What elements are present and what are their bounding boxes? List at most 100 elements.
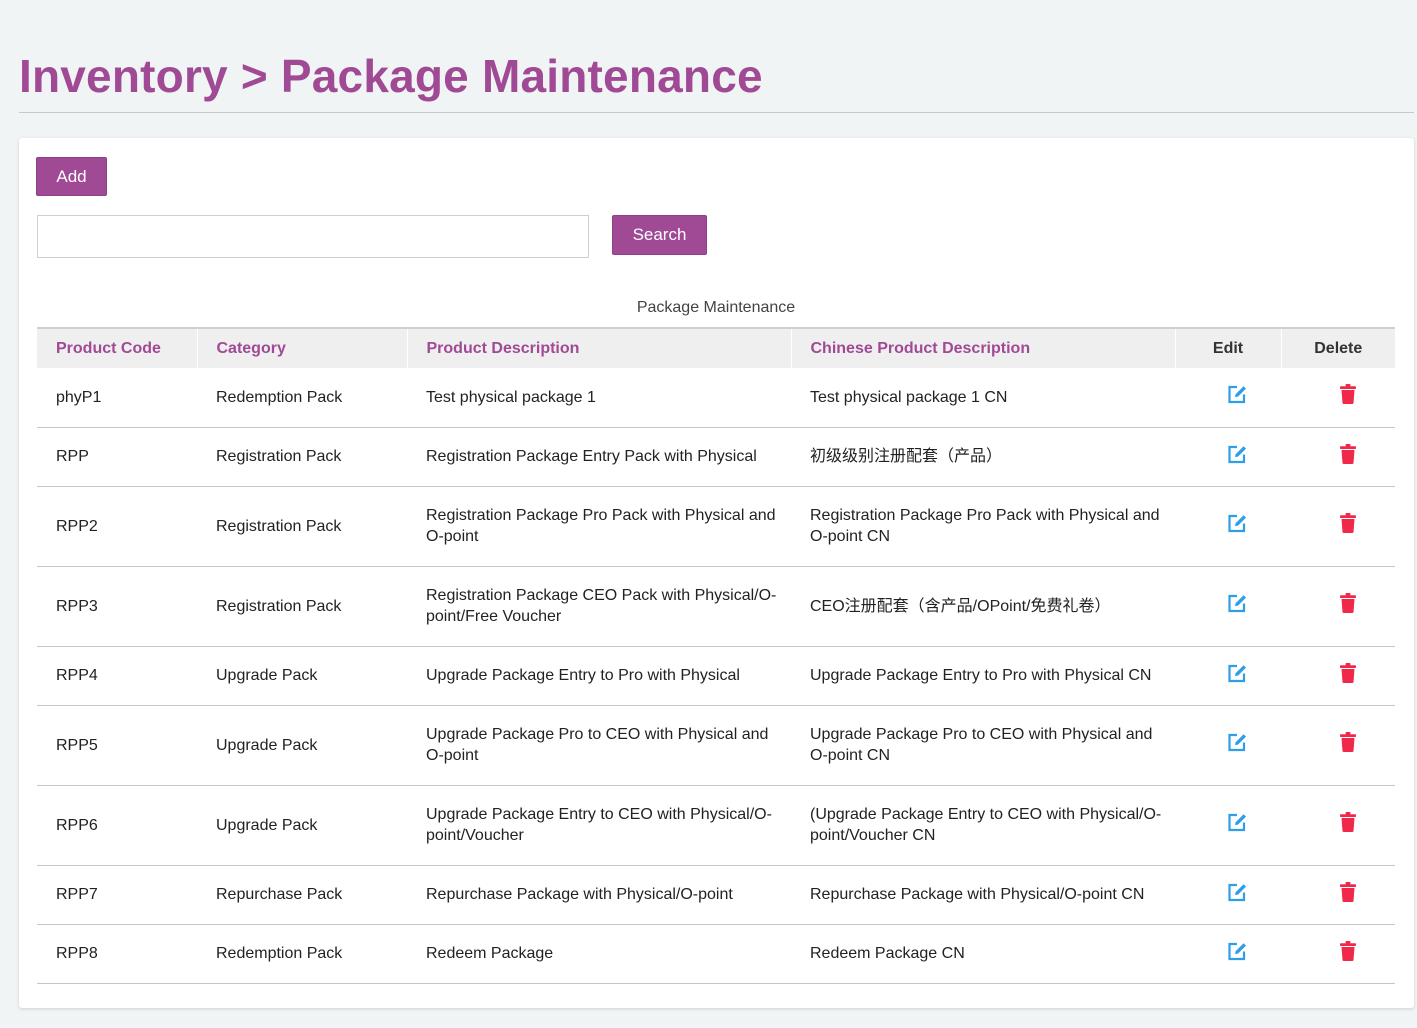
trash-icon[interactable] [1339, 513, 1356, 539]
table-row: phyP1 Redemption Pack Test physical packag… [37, 368, 1395, 427]
package-table: Product Code Category Product Descriptio… [37, 327, 1395, 984]
table-body: phyP1 Redemption Pack Test physical packag… [37, 368, 1395, 983]
table-caption: Package Maintenance [636, 299, 796, 316]
add-button[interactable]: Add [36, 157, 107, 196]
trash-icon[interactable] [1339, 812, 1356, 838]
edit-icon[interactable] [1227, 882, 1248, 908]
cell-chinese-product-description-text: Repurchase Package with Physical/O-point… [810, 886, 1145, 903]
cell-category-text: Registration Pack [216, 597, 342, 615]
trash-icon[interactable] [1339, 384, 1356, 410]
cell-product-code-text[interactable]: RPP5 [56, 735, 197, 756]
table-row: RPP Registration Pack Registration Package… [37, 427, 1395, 486]
edit-icon[interactable] [1227, 663, 1248, 689]
cell-product-description: Registration Package CEO Pack with Physi… [407, 566, 791, 646]
edit-icon[interactable] [1227, 513, 1248, 539]
edit-icon[interactable] [1227, 384, 1248, 410]
cell-category: Upgrade Pack [197, 705, 407, 785]
cell-delete [1281, 566, 1395, 646]
cell-edit [1175, 566, 1281, 646]
cell-category: Upgrade Pack [197, 785, 407, 865]
cell-chinese-product-description-text: Redeem Package CN [810, 945, 965, 962]
cell-chinese-product-description: CEO注册配套（含产品/OPoint/免费礼卷） [791, 566, 1175, 646]
trash-icon[interactable] [1339, 940, 1356, 967]
cell-product-code[interactable]: RPP [37, 427, 197, 486]
cell-delete [1281, 427, 1395, 486]
edit-icon[interactable] [1227, 812, 1248, 838]
cell-product-code[interactable]: RPP8 [37, 924, 197, 983]
cell-delete [1281, 924, 1395, 983]
cell-category-text: Redemption Pack [216, 945, 343, 962]
cell-product-code[interactable]: RPP6 [37, 785, 197, 865]
header-product-description[interactable]: Product Description [406, 328, 791, 368]
cell-chinese-product-description: 初级级别注册配套（产品） [791, 427, 1175, 486]
cell-product-description-text: Upgrade Package Pro to CEO with Physical… [426, 726, 769, 764]
cell-chinese-product-description: Registration Package Pro Pack with Physi… [791, 486, 1175, 566]
cell-chinese-product-description-text: CEO注册配套（含产品/OPoint/免费礼卷） [810, 597, 1111, 615]
page-title: Inventory > Package Maintenance [19, 50, 763, 102]
cell-chinese-product-description-text: Upgrade Package Entry to Pro with Physic… [810, 667, 1152, 684]
table-row: RPP6 Upgrade Pack Upgrade Package Entry to… [37, 785, 1395, 865]
cell-delete [1281, 646, 1395, 705]
header-chinese-product-description[interactable]: Chinese Product Description [790, 328, 1175, 368]
trash-icon[interactable] [1339, 732, 1356, 758]
trash-icon[interactable] [1339, 443, 1356, 470]
cell-product-code[interactable]: RPP3 [37, 566, 197, 646]
cell-category: Redemption Pack [197, 368, 407, 427]
table-row: RPP4 Upgrade Pack Upgrade Package Entry to… [37, 646, 1395, 705]
cell-edit [1175, 368, 1281, 427]
cell-category-text: Registration Pack [216, 448, 342, 465]
cell-product-code-text[interactable]: phyP1 [56, 387, 197, 408]
cell-product-description: Redeem Package [407, 924, 791, 983]
cell-product-code-text[interactable]: RPP2 [56, 516, 197, 537]
trash-icon[interactable] [1339, 593, 1356, 619]
cell-chinese-product-description: (Upgrade Package Entry to CEO with Physi… [791, 785, 1175, 865]
cell-product-code[interactable]: RPP4 [37, 646, 197, 705]
cell-product-code-text[interactable]: RPP8 [56, 943, 197, 964]
cell-chinese-product-description: Repurchase Package with Physical/O-point… [791, 865, 1175, 924]
cell-product-code[interactable]: phyP1 [37, 368, 197, 427]
cell-product-description: Upgrade Package Pro to CEO with Physical… [407, 705, 791, 785]
cell-edit [1175, 646, 1281, 705]
cell-category: Registration Pack [197, 427, 407, 486]
cell-product-code-text[interactable]: RPP7 [56, 884, 197, 905]
cell-product-description: Registration Package Entry Pack with Phy… [407, 427, 791, 486]
edit-icon[interactable] [1227, 444, 1248, 470]
trash-icon[interactable] [1339, 662, 1356, 689]
cell-delete [1281, 705, 1395, 785]
cell-product-code-text[interactable]: RPP3 [56, 596, 197, 617]
cell-chinese-product-description-text: (Upgrade Package Entry to CEO with Physi… [810, 806, 1162, 844]
cell-product-description-text: Registration Package Entry Pack with Phy… [426, 448, 757, 465]
edit-icon[interactable] [1227, 593, 1248, 619]
table-row: RPP3 Registration Pack Registration Packag… [37, 566, 1395, 646]
edit-icon[interactable] [1227, 941, 1248, 967]
search-button[interactable]: Search [612, 215, 707, 255]
cell-edit [1175, 785, 1281, 865]
cell-product-code[interactable]: RPP7 [37, 865, 197, 924]
cell-product-code-text[interactable]: RPP4 [56, 665, 197, 686]
cell-category-text: Upgrade Pack [216, 816, 318, 834]
cell-product-description-text: Test physical package 1 [426, 388, 596, 406]
header-product-code[interactable]: Product Code [37, 328, 197, 368]
cell-product-code-text[interactable]: RPP [56, 446, 197, 467]
cell-product-description: Upgrade Package Entry to Pro with Physic… [407, 646, 791, 705]
cell-product-code-text[interactable]: RPP6 [56, 815, 197, 836]
cell-category-text: Registration Pack [216, 517, 342, 535]
edit-icon[interactable] [1227, 732, 1248, 758]
table-row: RPP5 Upgrade Pack Upgrade Package Pro to C… [37, 705, 1395, 785]
cell-product-description-text: Registration Package Pro Pack with Physi… [426, 507, 776, 545]
cell-edit [1175, 427, 1281, 486]
cell-product-code[interactable]: RPP5 [37, 705, 197, 785]
table-header-row: Product Code Category Product Descriptio… [37, 328, 1395, 368]
cell-product-code[interactable]: RPP2 [37, 486, 197, 566]
table-row: RPP2 Registration Pack Registration Packag… [37, 486, 1395, 566]
cell-edit [1175, 705, 1281, 785]
trash-icon[interactable] [1339, 881, 1356, 908]
cell-chinese-product-description: Redeem Package CN [791, 924, 1175, 983]
search-input[interactable] [37, 215, 589, 258]
cell-chinese-product-description: Upgrade Package Pro to CEO with Physical… [791, 705, 1175, 785]
cell-product-description-text: Upgrade Package Entry to Pro with Physic… [426, 667, 740, 684]
header-category[interactable]: Category [196, 328, 407, 368]
cell-edit [1175, 865, 1281, 924]
cell-delete [1281, 486, 1395, 566]
cell-product-description-text: Repurchase Package with Physical/O-point [426, 886, 733, 903]
